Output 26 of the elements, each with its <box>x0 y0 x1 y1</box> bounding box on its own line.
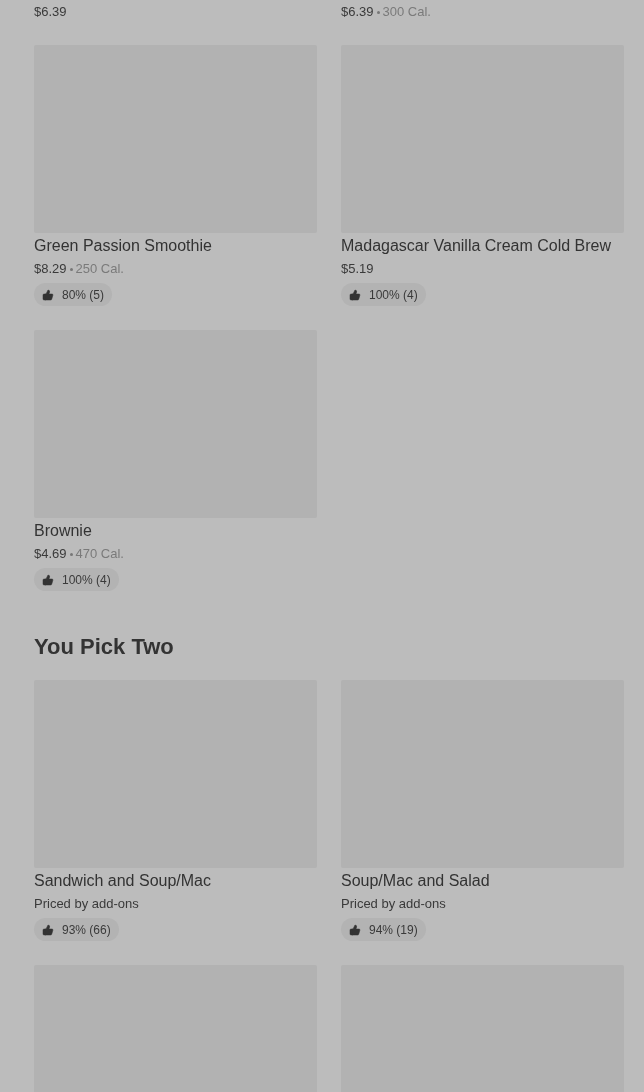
thumbs-up-icon <box>42 923 54 936</box>
item-price: $6.39 <box>341 3 374 21</box>
rating-badge: 80% (5) <box>34 283 113 306</box>
item-name[interactable]: Green Passion Smoothie <box>34 236 212 256</box>
thumbs-up-icon <box>349 288 361 301</box>
thumbs-up-icon <box>42 573 54 586</box>
rating-badge: 94% (19) <box>341 918 426 941</box>
item-calories: 300 Cal. <box>382 3 431 21</box>
rating-badge: 100% (4) <box>34 568 119 591</box>
item-price: $4.69 <box>34 545 67 563</box>
item-calories: 250 Cal. <box>75 260 124 278</box>
section-heading: You Pick Two <box>34 633 175 661</box>
rating-badge: 93% (66) <box>34 918 119 941</box>
item-name[interactable]: Madagascar Vanilla Cream Cold Brew <box>341 236 612 256</box>
item-price: $6.39 <box>34 3 67 21</box>
item-price: Priced by add-ons <box>341 895 446 913</box>
thumbs-up-icon <box>42 288 54 301</box>
item-calories: 470 Cal. <box>75 545 124 563</box>
item-price: $5.19 <box>341 260 374 278</box>
item-price: Priced by add-ons <box>34 895 139 913</box>
rating-badge: 100% (4) <box>341 283 426 306</box>
item-name[interactable]: Brownie <box>34 521 92 541</box>
item-name[interactable]: Soup/Mac and Salad <box>341 871 490 891</box>
item-price: $8.29 <box>34 260 67 278</box>
thumbs-up-icon <box>349 923 361 936</box>
item-name[interactable]: Sandwich and Soup/Mac <box>34 871 211 891</box>
